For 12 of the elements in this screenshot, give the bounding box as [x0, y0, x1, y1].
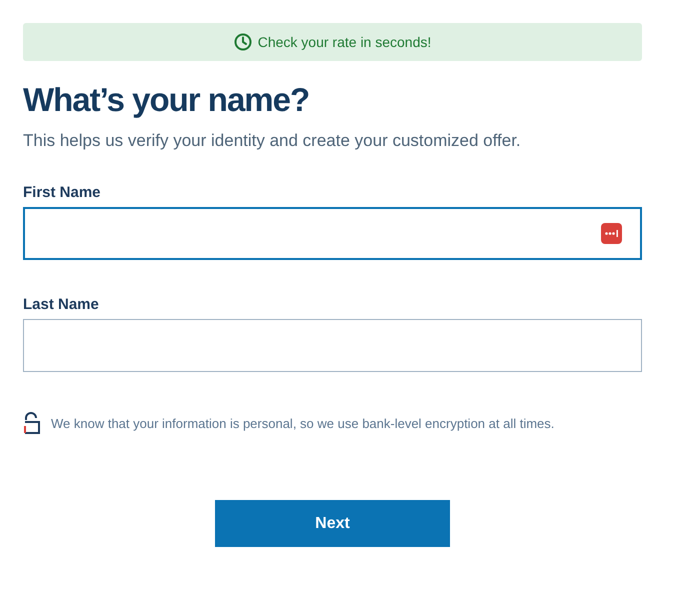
field-label: Last Name: [23, 296, 100, 313]
next-button[interactable]: Next: [215, 500, 450, 547]
field-label: First Name: [23, 184, 102, 201]
password-manager-icon[interactable]: [601, 223, 622, 244]
input-field[interactable]: [23, 319, 642, 372]
subtitle: This helps us verify your identity and create your customized offer.: [23, 130, 522, 152]
padlock-icon: [23, 412, 40, 434]
input-field[interactable]: [23, 207, 642, 260]
security-note: We know that your information is personal, so we use bank-level encryption at all times.: [51, 416, 554, 430]
clock-icon: [234, 33, 252, 51]
banner-text: Check your rate in seconds!: [258, 34, 432, 50]
page-heading: What’s your name?: [23, 80, 310, 120]
